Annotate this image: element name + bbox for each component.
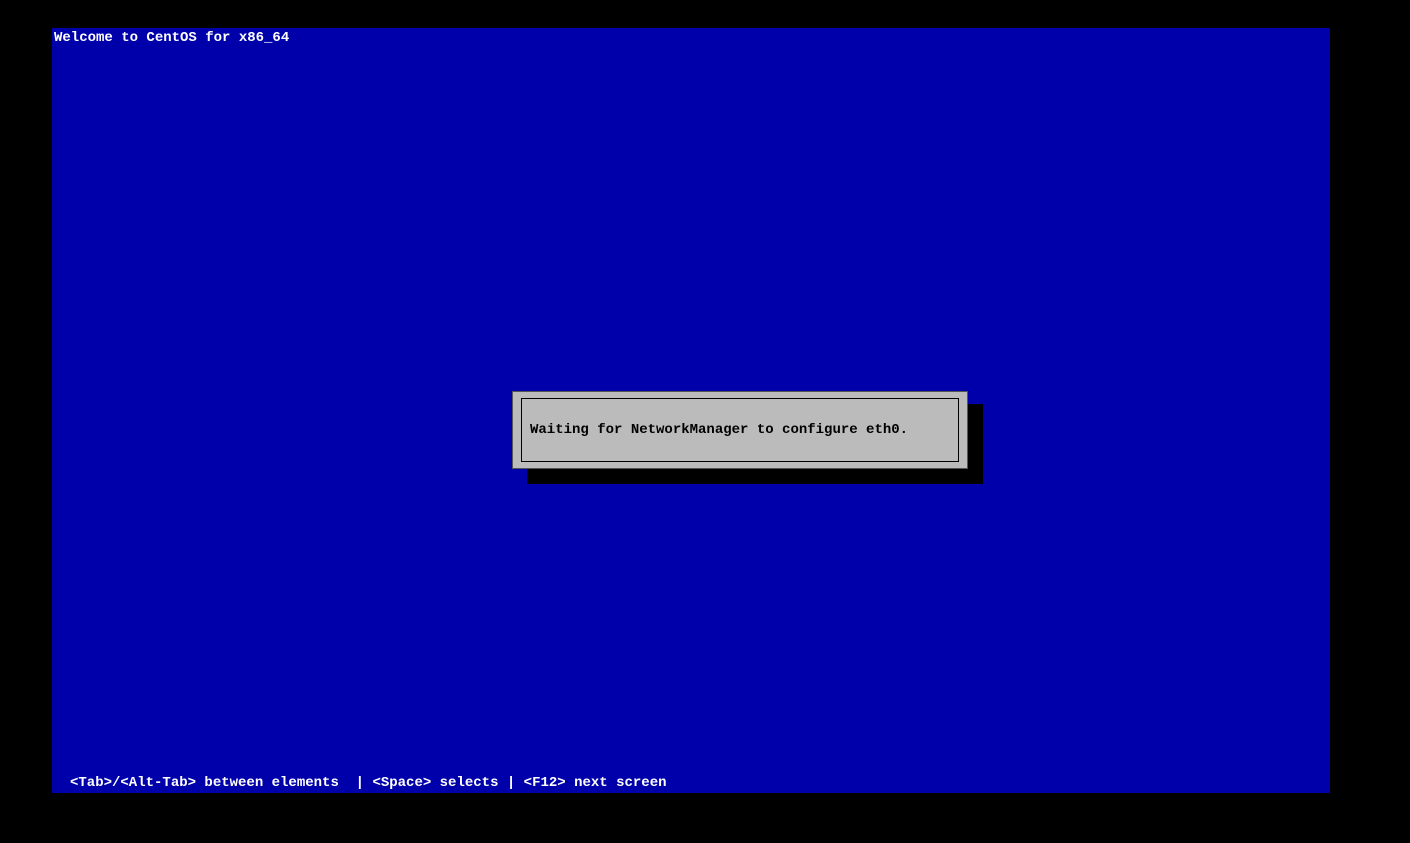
status-dialog: Waiting for NetworkManager to configure … [512,391,968,469]
status-message: Waiting for NetworkManager to configure … [530,422,908,438]
dialog-frame: Waiting for NetworkManager to configure … [521,398,959,462]
keyboard-hints: <Tab>/<Alt-Tab> between elements | <Spac… [70,775,667,791]
installer-console: Welcome to CentOS for x86_64 Waiting for… [52,28,1330,793]
page-title: Welcome to CentOS for x86_64 [54,30,289,46]
